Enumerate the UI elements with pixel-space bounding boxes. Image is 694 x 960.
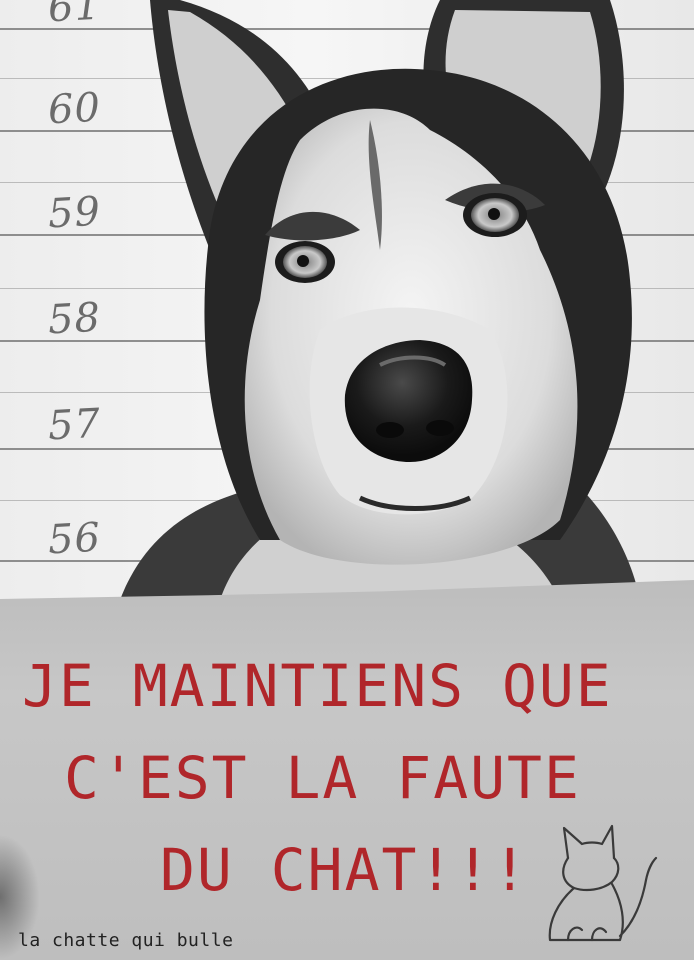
artist-signature: la chatte qui bulle: [18, 930, 234, 951]
cat-doodle: [548, 824, 658, 942]
sign-line-1: JE MAINTIENS QUE: [22, 652, 613, 720]
sign-line-3: DU CHAT!!!: [160, 836, 530, 904]
sign-line-2: C'EST LA FAUTE: [64, 744, 581, 812]
mugshot-image: 61 60 59 58 57 56 JE MAINTIENS QUE C'EST…: [0, 0, 694, 960]
